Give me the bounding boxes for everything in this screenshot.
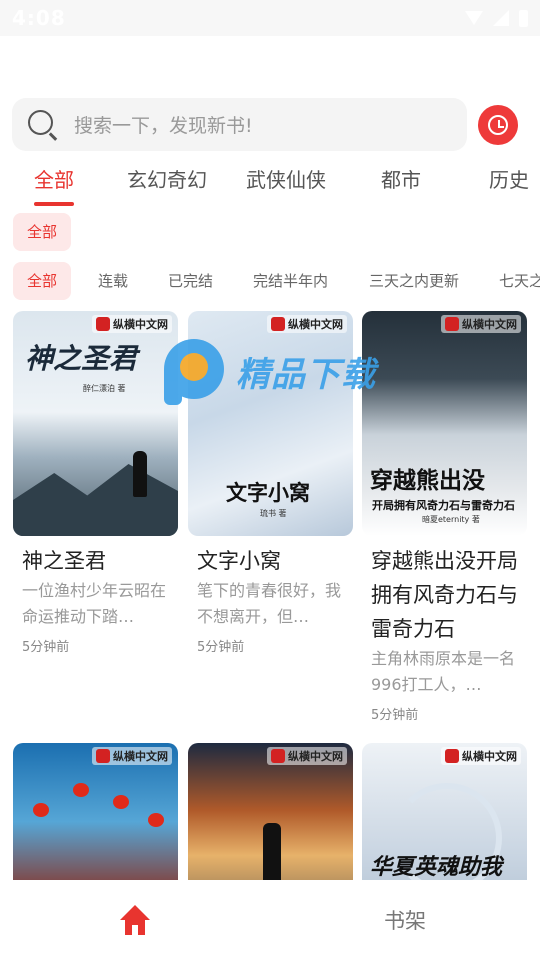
filter-completed-half-year[interactable]: 完结半年内 <box>253 262 328 300</box>
filter-updated-3-days[interactable]: 三天之内更新 <box>369 262 459 300</box>
cover-publisher-badge: 纵横中文网 <box>441 315 521 333</box>
bottom-nav: 书架 <box>0 880 540 960</box>
book-card[interactable]: 纵横中文网 华夏英魂助我 <box>362 743 527 881</box>
book-cover[interactable]: 纵横中文网 华夏英魂助我 <box>362 743 527 881</box>
search-input[interactable]: 搜索一下，发现新书! <box>12 98 467 151</box>
status-icons <box>465 9 528 27</box>
publisher-logo-icon <box>271 317 285 331</box>
book-update-time: 5分钟前 <box>197 640 245 655</box>
book-update-time: 5分钟前 <box>371 708 419 723</box>
book-cover[interactable]: 纵横中文网 <box>188 743 353 881</box>
book-title: 文字小窝 <box>197 549 281 573</box>
cover-author: 暗夏eternity 著 <box>422 515 480 524</box>
cover-publisher-badge: 纵横中文网 <box>92 747 172 765</box>
filter-completed[interactable]: 已完结 <box>168 262 213 300</box>
cover-publisher-badge: 纵横中文网 <box>441 747 521 765</box>
cover-author: 琉书 著 <box>260 509 287 518</box>
nav-bookshelf-label: 书架 <box>384 909 426 933</box>
tab-wuxia[interactable]: 武侠仙侠 <box>246 164 326 200</box>
book-title: 神之圣君 <box>22 549 106 573</box>
watermark-logo-icon <box>160 335 228 407</box>
cover-publisher-badge: 纵横中文网 <box>92 315 172 333</box>
book-card[interactable]: 纵横中文网 穿越熊出没 开局拥有风奇力石与雷奇力石 暗夏eternity 著 穿… <box>362 311 527 723</box>
wifi-icon <box>465 11 483 25</box>
cover-title: 华夏英魂助我 <box>370 855 503 880</box>
nav-home[interactable] <box>0 880 270 960</box>
publisher-logo-icon <box>445 317 459 331</box>
book-card[interactable]: 纵横中文网 <box>188 743 353 881</box>
tab-history[interactable]: 历史 <box>489 164 529 200</box>
status-bar: 4:08 <box>0 0 540 36</box>
search-icon <box>28 109 58 140</box>
history-button[interactable] <box>478 105 518 145</box>
cover-author: 醉仁漂泊 著 <box>83 384 126 393</box>
signal-icon <box>493 10 509 26</box>
sub-category-chip[interactable]: 全部 <box>13 213 72 251</box>
book-update-time: 5分钟前 <box>22 640 70 655</box>
home-icon <box>120 905 150 935</box>
filter-row: 全部 连载 已完结 完结半年内 三天之内更新 七天之 <box>0 262 540 300</box>
nav-bookshelf[interactable]: 书架 <box>270 880 540 960</box>
book-description: 笔下的青春很好，我不想离开，但… <box>197 581 342 626</box>
book-cover[interactable]: 纵横中文网 神之圣君 醉仁漂泊 著 <box>13 311 178 536</box>
cover-publisher-badge: 纵横中文网 <box>267 747 347 765</box>
cover-title: 文字小窝 <box>226 481 310 505</box>
publisher-logo-icon <box>445 749 459 763</box>
cover-subtitle: 开局拥有风奇力石与雷奇力石 <box>372 499 515 512</box>
tab-all[interactable]: 全部 <box>34 164 74 206</box>
filter-all[interactable]: 全部 <box>13 262 72 300</box>
search-placeholder: 搜索一下，发现新书! <box>74 115 253 137</box>
cover-title: 穿越熊出没 <box>370 468 485 494</box>
battery-icon <box>519 9 528 27</box>
watermark-text: 精品下载 <box>236 354 376 395</box>
book-description: 主角林雨原本是一名996打工人，… <box>371 649 516 694</box>
book-card[interactable]: 纵横中文网 神之圣君 醉仁漂泊 著 神之圣君 一位渔村少年云昭在命运推动下踏… … <box>13 311 178 655</box>
cover-title: 神之圣君 <box>25 342 138 375</box>
publisher-logo-icon <box>96 317 110 331</box>
publisher-logo-icon <box>96 749 110 763</box>
tab-fantasy[interactable]: 玄幻奇幻 <box>127 164 207 200</box>
publisher-logo-icon <box>271 749 285 763</box>
book-description: 一位渔村少年云昭在命运推动下踏… <box>22 581 167 626</box>
cover-publisher-badge: 纵横中文网 <box>267 315 347 333</box>
book-title: 穿越熊出没开局拥有风奇力石与雷奇力石 <box>371 549 518 641</box>
tab-urban[interactable]: 都市 <box>381 164 421 200</box>
category-tabs: 全部 玄幻奇幻 武侠仙侠 都市 历史 <box>0 164 540 208</box>
book-card[interactable]: 纵横中文网 <box>13 743 178 881</box>
filter-updated-7-days[interactable]: 七天之 <box>499 262 540 300</box>
book-cover[interactable]: 纵横中文网 穿越熊出没 开局拥有风奇力石与雷奇力石 暗夏eternity 著 <box>362 311 527 536</box>
clock-icon <box>488 115 508 135</box>
watermark: 精品下载 <box>160 335 376 407</box>
book-cover[interactable]: 纵横中文网 <box>13 743 178 881</box>
filter-serializing[interactable]: 连载 <box>98 262 128 300</box>
status-time: 4:08 <box>12 6 66 30</box>
